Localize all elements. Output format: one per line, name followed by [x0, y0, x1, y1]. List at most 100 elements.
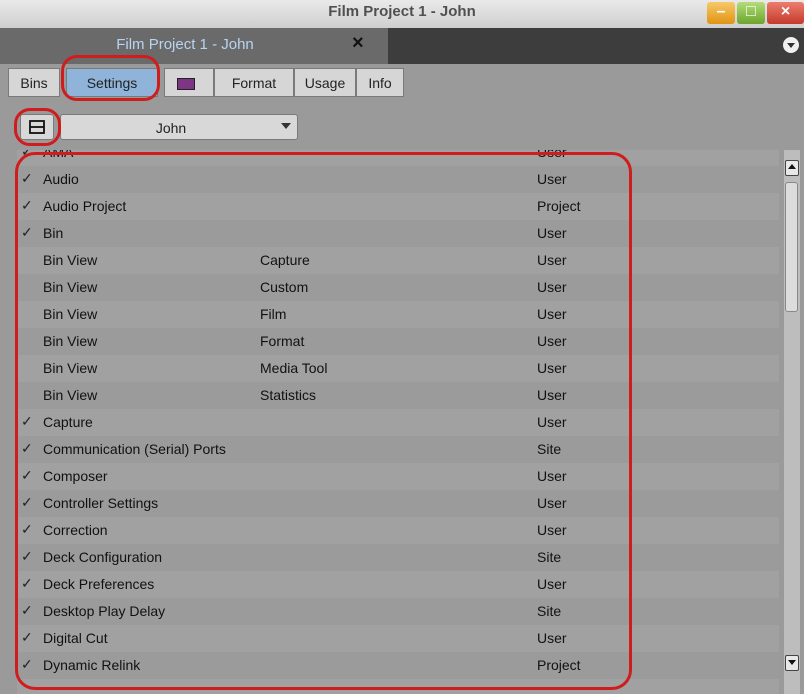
settings-user-value: John	[155, 120, 187, 136]
setting-name: Desktop Play Delay	[43, 603, 166, 619]
checkmark-icon: ✓	[21, 150, 33, 159]
setting-subtype: Custom	[260, 279, 309, 295]
window-title: Film Project 1 - John	[328, 3, 476, 20]
table-row[interactable]: ✓ Audio User	[17, 166, 779, 193]
color-swatch-icon	[177, 78, 195, 90]
checkmark-icon: ✓	[21, 170, 33, 186]
table-row[interactable]: ✓ Dynamic Relink Project	[17, 652, 779, 679]
tab-settings[interactable]: Settings	[66, 68, 158, 97]
checkmark-icon: ✓	[21, 494, 33, 510]
table-row[interactable]: ✓ Controller Settings User	[17, 490, 779, 517]
setting-name: Deck Preferences	[43, 576, 155, 592]
table-row[interactable]: Bin View Media Tool User	[17, 355, 779, 382]
table-row[interactable]: Bin View Film User	[17, 301, 779, 328]
setting-scope: User	[537, 414, 567, 430]
table-row[interactable]: ✓ AMA User	[17, 150, 779, 166]
setting-name: Bin View	[43, 252, 98, 268]
project-tab[interactable]: Film Project 1 - John ×	[0, 28, 388, 64]
table-row[interactable]: ✓ Capture User	[17, 409, 779, 436]
setting-name: Digital Cut	[43, 630, 108, 646]
tab-color[interactable]	[164, 68, 214, 97]
setting-scope: User	[537, 360, 567, 376]
setting-name: Audio	[43, 171, 79, 187]
setting-name: Capture	[43, 414, 93, 430]
tab-info[interactable]: Info	[356, 68, 404, 97]
checkmark-icon: ✓	[21, 197, 33, 213]
table-row[interactable]: ✓ Bin User	[17, 220, 779, 247]
checkmark-icon: ✓	[21, 602, 33, 618]
table-row[interactable]: ✓ Communication (Serial) Ports Site	[17, 436, 779, 463]
setting-name: Deck Configuration	[43, 549, 163, 565]
setting-name: Dynamic Relink	[43, 657, 141, 673]
view-toggle-button[interactable]	[20, 114, 54, 140]
table-row[interactable]: ✓ Composer User	[17, 463, 779, 490]
maximize-button[interactable]: □	[737, 2, 765, 24]
setting-scope: User	[537, 630, 567, 646]
setting-name: Bin View	[43, 306, 98, 322]
checkmark-icon: ✓	[21, 224, 33, 240]
setting-scope: User	[537, 150, 567, 160]
tab-usage[interactable]: Usage	[294, 68, 356, 97]
scroll-up-arrow-icon[interactable]	[785, 160, 799, 176]
setting-name: Bin View	[43, 333, 98, 349]
split-view-icon	[29, 120, 45, 134]
minimize-button[interactable]: –	[707, 2, 735, 24]
checkmark-icon: ✓	[21, 548, 33, 564]
setting-subtype: Capture	[260, 252, 310, 268]
settings-scrollbar[interactable]	[784, 150, 800, 694]
setting-name: Correction	[43, 522, 108, 538]
setting-name: AMA	[43, 150, 74, 160]
checkmark-icon: ✓	[21, 467, 33, 483]
setting-name: Bin	[43, 225, 64, 241]
tab-format[interactable]: Format	[214, 68, 294, 97]
project-tab-bar: Film Project 1 - John ×	[0, 28, 804, 64]
checkmark-icon: ✓	[21, 413, 33, 429]
table-row[interactable]: ✓ Audio Project Project	[17, 193, 779, 220]
setting-scope: User	[537, 306, 567, 322]
checkmark-icon: ✓	[21, 656, 33, 672]
checkmark-icon: ✓	[21, 575, 33, 591]
setting-scope: Project	[537, 198, 581, 214]
window-titlebar: Film Project 1 - John – □ ×	[0, 0, 804, 29]
setting-scope: Site	[537, 441, 562, 457]
setting-scope: User	[537, 171, 567, 187]
table-row[interactable]: ✓ Deck Preferences User	[17, 571, 779, 598]
setting-name: Audio Project	[43, 198, 127, 214]
table-row[interactable]: ✓ Desktop Play Delay Site	[17, 598, 779, 625]
setting-scope: User	[537, 387, 567, 403]
settings-list: ✓ AMA User ✓ Audio User ✓ Audio Project Project ✓…	[17, 150, 779, 694]
tab-bins[interactable]: Bins	[8, 68, 60, 97]
setting-scope: User	[537, 495, 567, 511]
table-row[interactable]: ✓ Digital Cut User	[17, 625, 779, 652]
table-row[interactable]: Bin View Statistics User	[17, 382, 779, 409]
setting-scope: User	[537, 522, 567, 538]
setting-name: Bin View	[43, 387, 98, 403]
table-row[interactable]: ✓ Deck Configuration Site	[17, 544, 779, 571]
setting-subtype: Film	[260, 306, 287, 322]
setting-subtype: Statistics	[260, 387, 317, 403]
panel-menu-icon[interactable]	[783, 37, 799, 53]
setting-scope: User	[537, 225, 567, 241]
project-tab-label: Film Project 1 - John	[116, 36, 254, 53]
table-row[interactable]: Bin View Custom User	[17, 274, 779, 301]
close-tab-icon[interactable]: ×	[352, 32, 364, 55]
checkmark-icon: ✓	[21, 629, 33, 645]
setting-name: Bin View	[43, 279, 98, 295]
scroll-thumb[interactable]	[785, 182, 798, 312]
table-row[interactable]: Bin View Format User	[17, 328, 779, 355]
setting-name: Controller Settings	[43, 495, 159, 511]
setting-scope: User	[537, 468, 567, 484]
setting-name: Composer	[43, 468, 108, 484]
setting-name: Communication (Serial) Ports	[43, 441, 226, 457]
settings-user-select[interactable]: John	[60, 114, 298, 140]
setting-subtype: Format	[260, 333, 305, 349]
setting-scope: Project	[537, 657, 581, 673]
setting-name: Bin View	[43, 360, 98, 376]
setting-scope: User	[537, 279, 567, 295]
table-row[interactable]: Bin View Capture User	[17, 247, 779, 274]
scroll-down-arrow-icon[interactable]	[785, 655, 799, 671]
close-window-button[interactable]: ×	[767, 2, 804, 24]
table-row[interactable]: ✓ Correction User	[17, 517, 779, 544]
setting-scope: User	[537, 252, 567, 268]
setting-scope: User	[537, 333, 567, 349]
